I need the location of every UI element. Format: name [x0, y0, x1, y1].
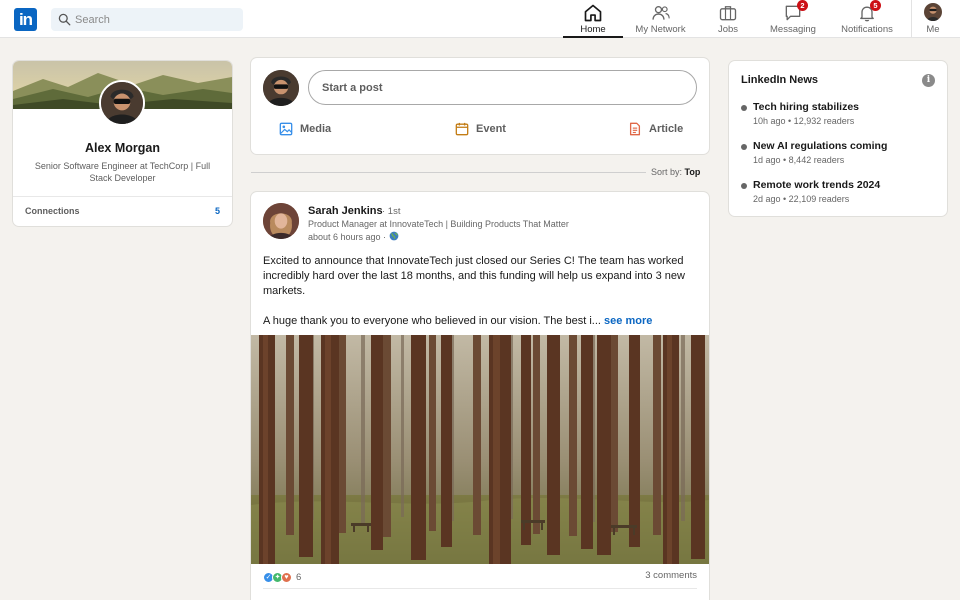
profile-card: Alex Morgan Senior Software Engineer at …: [13, 61, 232, 226]
news-headline: Remote work trends 2024: [753, 179, 881, 191]
notifications-badge: 5: [870, 0, 881, 11]
reactions-summary[interactable]: ✓ ✦ ♥ 6: [263, 570, 301, 584]
post-paragraph-text: A huge thank you to everyone who believe…: [263, 315, 601, 327]
news-headline: Tech hiring stabilizes: [753, 101, 859, 113]
news-headline: New AI regulations coming: [753, 140, 888, 152]
image-icon: [279, 122, 293, 136]
search-input[interactable]: [75, 8, 237, 31]
post-author-name[interactable]: Sarah Jenkins: [308, 205, 383, 217]
info-icon[interactable]: i: [922, 74, 935, 87]
nav-home-label: Home: [580, 24, 606, 35]
sort-divider: [251, 172, 646, 173]
nav-me-label: Me: [926, 24, 940, 35]
comments-count-link[interactable]: 3 comments: [645, 570, 697, 581]
messaging-badge: 2: [797, 0, 808, 11]
post-timestamp: about 6 hours ago ·: [308, 231, 399, 242]
briefcase-icon: [719, 6, 737, 21]
event-button[interactable]: Event: [455, 120, 506, 138]
event-label: Event: [476, 123, 506, 135]
profile-divider: [13, 196, 232, 197]
post-composer: Start a post Media Event Article: [251, 58, 709, 154]
post-author-avatar[interactable]: [263, 203, 299, 239]
nav-jobs-label: Jobs: [717, 24, 739, 35]
bullet-icon: [741, 144, 747, 150]
profile-name[interactable]: Alex Morgan: [13, 141, 232, 155]
reaction-count: 6: [296, 571, 302, 583]
home-icon: [584, 4, 602, 22]
news-title: LinkedIn News: [741, 74, 819, 86]
composer-avatar[interactable]: [263, 70, 299, 106]
bullet-icon: [741, 105, 747, 111]
article-icon: [629, 122, 641, 136]
bullet-icon: [741, 183, 747, 189]
linkedin-logo[interactable]: in: [14, 8, 37, 31]
connections-label[interactable]: Connections: [25, 206, 80, 216]
news-meta: 2d ago • 22,109 readers: [753, 194, 850, 204]
search-box[interactable]: [51, 8, 243, 31]
network-icon: [651, 6, 670, 20]
post-time-text: about 6 hours ago ·: [308, 232, 387, 242]
search-icon: [58, 13, 71, 26]
article-label: Article: [649, 123, 684, 135]
nav-notifications[interactable]: 5 Notifications: [834, 0, 900, 38]
top-navigation: in Home My Network Jobs: [0, 0, 960, 38]
love-icon: ♥: [281, 571, 292, 583]
news-meta: 10h ago • 12,932 readers: [753, 116, 855, 126]
nav-jobs[interactable]: Jobs: [703, 0, 753, 38]
nav-me[interactable]: Me: [915, 0, 951, 38]
post-footer-divider: [263, 588, 697, 589]
nav-messaging[interactable]: 2 Messaging: [765, 0, 821, 38]
sort-value: Top: [684, 167, 701, 177]
connection-degree: · 1st: [382, 206, 401, 217]
news-item[interactable]: New AI regulations coming 1d ago • 8,442…: [741, 140, 937, 170]
see-more-link[interactable]: see more: [604, 315, 652, 327]
forest-photo[interactable]: [251, 335, 709, 564]
profile-headline: Senior Software Engineer at TechCorp | F…: [34, 161, 211, 183]
nav-home[interactable]: Home: [563, 0, 623, 38]
news-card: LinkedIn News i Tech hiring stabilizes 1…: [729, 61, 947, 216]
calendar-icon: [455, 122, 469, 136]
sort-prefix: Sort by:: [651, 167, 683, 177]
news-item[interactable]: Remote work trends 2024 2d ago • 22,109 …: [741, 179, 937, 209]
nav-my-network-label: My Network: [635, 24, 686, 35]
post-paragraph: Excited to announce that InnovateTech ju…: [263, 255, 685, 297]
post-author-headline: Product Manager at InnovateTech | Buildi…: [308, 219, 569, 229]
me-avatar: [924, 3, 942, 21]
article-button[interactable]: Article: [628, 120, 683, 138]
nav-my-network[interactable]: My Network: [630, 0, 691, 38]
post-paragraph-truncated: A huge thank you to everyone who believe…: [263, 314, 699, 329]
nav-notifications-label: Notifications: [841, 24, 893, 35]
news-item[interactable]: Tech hiring stabilizes 10h ago • 12,932 …: [741, 101, 937, 131]
nav-divider: [911, 0, 912, 38]
start-post-button[interactable]: Start a post: [308, 70, 697, 105]
feed-post: Sarah Jenkins · 1st Product Manager at I…: [251, 192, 709, 600]
post-body: Excited to announce that InnovateTech ju…: [263, 254, 699, 344]
media-button[interactable]: Media: [279, 120, 331, 138]
media-label: Media: [300, 123, 332, 135]
profile-avatar[interactable]: [99, 80, 145, 126]
nav-messaging-label: Messaging: [770, 24, 816, 35]
globe-icon: [389, 231, 398, 241]
connections-count[interactable]: 5: [215, 206, 220, 216]
news-meta: 1d ago • 8,442 readers: [753, 155, 845, 165]
sort-control[interactable]: Sort by: Top: [651, 167, 700, 177]
